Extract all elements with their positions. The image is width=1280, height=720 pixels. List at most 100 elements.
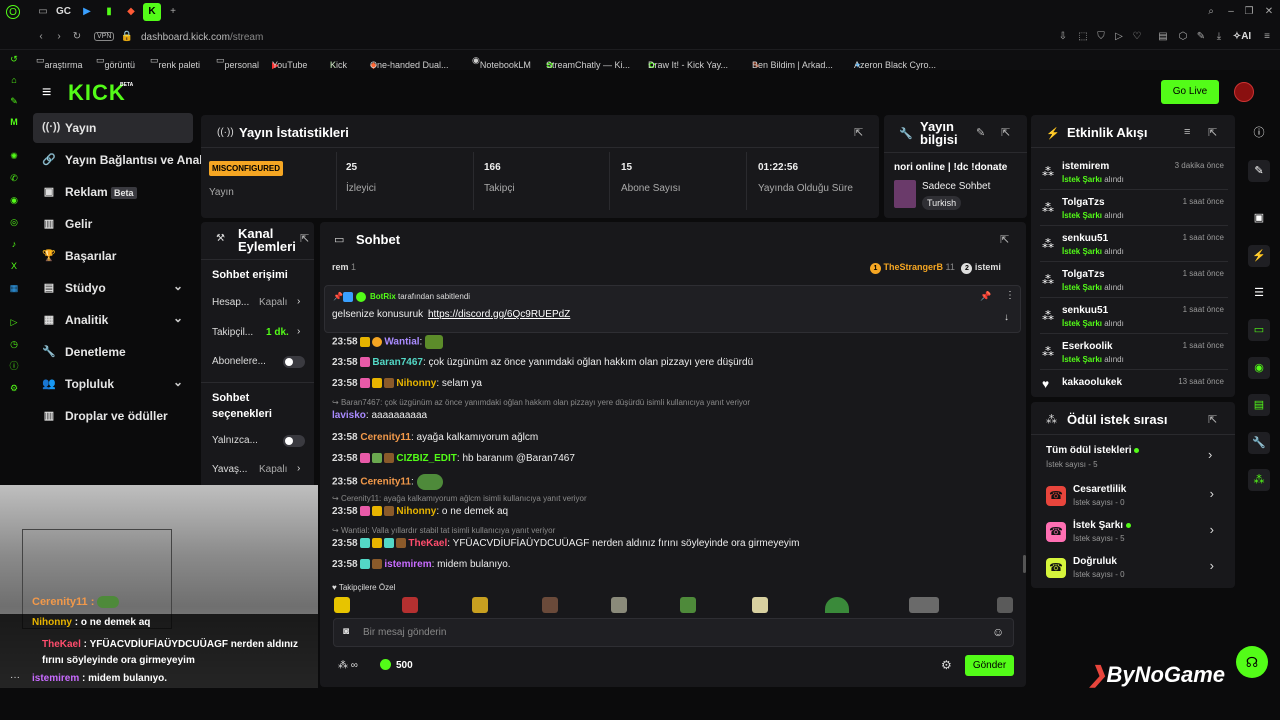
- activity-item[interactable]: ⁂ Eserkoolik 1 saat önce İstek Şarkı alındı: [1040, 337, 1228, 371]
- tab-diamond-icon[interactable]: ◆: [124, 5, 138, 19]
- edit-icon[interactable]: ✎: [1248, 160, 1270, 182]
- draw-icon[interactable]: ✎: [1194, 30, 1208, 44]
- nav-item-stream-key[interactable]: 🔗 Yayın Bağlantısı ve Anahtar: [33, 145, 203, 175]
- sidebar-player-icon[interactable]: ▷: [7, 315, 21, 329]
- broadcast-icon[interactable]: ◉: [1248, 357, 1270, 379]
- activity-item[interactable]: ⁂ TolgaTzs 1 saat önce İstek Şarkı alındı: [1040, 265, 1228, 299]
- reward-icon[interactable]: ⁂: [1248, 469, 1270, 491]
- sidebar-x-icon[interactable]: X: [7, 259, 21, 273]
- emote-only-toggle[interactable]: [283, 435, 305, 447]
- menu-icon[interactable]: ≡: [1260, 30, 1274, 44]
- download-icon[interactable]: ⤓: [1212, 30, 1226, 44]
- sidebar-clock-icon[interactable]: ◷: [7, 337, 21, 351]
- sidebar-pen-icon[interactable]: ✎: [7, 94, 21, 108]
- tab-gc[interactable]: GC: [56, 5, 71, 19]
- emote-icon[interactable]: [680, 597, 696, 613]
- minimize-icon[interactable]: –: [1224, 5, 1238, 19]
- activity-item[interactable]: ♥ kakaoolukek 13 saat önce: [1040, 373, 1228, 395]
- layers-icon[interactable]: ▤: [1248, 394, 1270, 416]
- activity-item[interactable]: ⁂ istemirem 3 dakika önce İstek Şarkı alınd…: [1040, 157, 1228, 191]
- snapshot-icon[interactable]: ⬚: [1076, 30, 1090, 44]
- nav-item-community[interactable]: 👥 Topluluk ⌄: [33, 369, 193, 399]
- emoji-icon[interactable]: ☺: [992, 625, 1004, 639]
- subscribers-only-toggle[interactable]: [283, 356, 305, 368]
- list-icon[interactable]: ☰: [1248, 282, 1270, 304]
- expand-down-icon[interactable]: ↓: [1004, 312, 1009, 323]
- infinity-icon[interactable]: ⁂ ∞: [338, 660, 358, 671]
- ai-button[interactable]: ✧AI: [1230, 30, 1254, 44]
- maximize-icon[interactable]: ❐: [1242, 5, 1256, 19]
- reward-item[interactable]: ☎ İstek Şarkı İstek sayısı - 5 ›: [1040, 517, 1228, 551]
- wrench-icon[interactable]: 🔧: [1248, 432, 1270, 454]
- sidebar-translate-icon[interactable]: ▦: [7, 281, 21, 295]
- msg-user[interactable]: Baran7467: [372, 357, 423, 368]
- filter-icon[interactable]: ≡: [1184, 126, 1190, 138]
- msg-user[interactable]: CIZBIZ_EDIT: [396, 453, 457, 464]
- sidebar-whatsapp-icon[interactable]: ✆: [7, 171, 21, 185]
- emote-icon[interactable]: [997, 597, 1013, 613]
- popout-icon[interactable]: ⇱: [300, 232, 309, 245]
- tab-bars-icon[interactable]: ▮: [102, 5, 116, 19]
- popout-icon[interactable]: ⇱: [1208, 126, 1217, 139]
- msg-user[interactable]: Cerenity11: [360, 477, 411, 488]
- msg-user[interactable]: Nihonny: [396, 378, 436, 389]
- nav-item-achievements[interactable]: 🏆 Başarılar: [33, 241, 193, 271]
- emote-icon[interactable]: [752, 597, 768, 613]
- msg-user[interactable]: Nihonny: [396, 506, 436, 517]
- go-live-button[interactable]: Go Live: [1161, 80, 1219, 104]
- unpin-icon[interactable]: 📌: [980, 291, 991, 302]
- sidebar-info-icon[interactable]: ⓘ: [7, 359, 21, 373]
- sidebar-settings-icon[interactable]: ⚙: [7, 381, 21, 395]
- chat-input[interactable]: ◙ Bir mesaj gönderin ☺: [333, 618, 1014, 647]
- account-age-row[interactable]: Hesap... Kapalı ›: [212, 296, 308, 311]
- activity-item[interactable]: ⁂ senkuu51 1 saat önce İstek Şarkı alındı: [1040, 229, 1228, 263]
- emote-icon[interactable]: [472, 597, 488, 613]
- reload-icon[interactable]: ↻: [70, 30, 84, 44]
- bookmark-item[interactable]: ▭ görüntü: [96, 55, 135, 70]
- emote-icon[interactable]: [542, 597, 558, 613]
- tab-kick-active[interactable]: K: [143, 3, 161, 21]
- activity-item[interactable]: ⁂ TolgaTzs 1 saat önce İstek Şarkı alındı: [1040, 193, 1228, 227]
- emote-icon[interactable]: [334, 597, 350, 613]
- url-field[interactable]: dashboard.kick.com/stream: [141, 32, 263, 43]
- popout-icon[interactable]: ⇱: [1001, 126, 1010, 139]
- sidebar-tiktok-icon[interactable]: ♪: [7, 237, 21, 251]
- popout-icon[interactable]: ⇱: [1208, 413, 1217, 426]
- activity-item[interactable]: ⁂ senkuu51 1 saat önce İstek Şarkı alındı: [1040, 301, 1228, 335]
- forward-icon[interactable]: ›: [52, 30, 66, 44]
- kick-logo[interactable]: KICK: [68, 80, 126, 106]
- msg-user[interactable]: Cerenity11: [360, 432, 411, 443]
- play-icon[interactable]: ▷: [1112, 30, 1126, 44]
- nav-item-stream[interactable]: ((·)) Yayın: [33, 113, 193, 143]
- info-icon[interactable]: ⓘ: [1248, 122, 1270, 144]
- sidebar-history-icon[interactable]: ↺: [7, 52, 21, 66]
- lightning-icon[interactable]: ⚡: [1248, 245, 1270, 267]
- bookmark-item[interactable]: ▭ renk paleti: [150, 55, 200, 70]
- reward-item[interactable]: ☎ Doğruluk İstek sayısı - 0 ›: [1040, 553, 1228, 587]
- sidebar-lock-icon[interactable]: ⌂: [7, 73, 21, 87]
- send-button[interactable]: Gönder: [965, 655, 1014, 676]
- stats-icon[interactable]: ▣: [1248, 207, 1270, 229]
- slow-mode-row[interactable]: Yavaş... Kapalı ›: [212, 463, 308, 478]
- popout-icon[interactable]: ⇱: [854, 126, 863, 139]
- sidebar-discord-icon[interactable]: ◉: [7, 193, 21, 207]
- msg-user[interactable]: Wantial: [384, 337, 419, 348]
- sidebar-m-icon[interactable]: M: [7, 115, 21, 129]
- help-button[interactable]: ☊: [1236, 646, 1268, 678]
- more-dots-icon[interactable]: ···: [10, 672, 20, 683]
- bookmark-item[interactable]: ▭ araştırma: [36, 55, 83, 70]
- emote-icon[interactable]: [402, 597, 418, 613]
- msg-user[interactable]: lavisko: [332, 410, 366, 421]
- vpn-badge[interactable]: VPN: [94, 32, 115, 41]
- sidebar-instagram-icon[interactable]: ◎: [7, 215, 21, 229]
- pin-icon[interactable]: ⇩: [1056, 30, 1070, 44]
- popout-icon[interactable]: ⇱: [1000, 233, 1009, 246]
- back-icon[interactable]: ‹: [34, 30, 48, 44]
- settings-gear-icon[interactable]: ⚙: [941, 658, 952, 672]
- nav-item-drops[interactable]: ▥ Droplar ve ödüller: [33, 401, 193, 431]
- search-icon[interactable]: ⌕: [1204, 5, 1218, 19]
- opera-logo-icon[interactable]: O: [6, 5, 20, 19]
- bookmark-item[interactable]: ◉ NotebookLM: [472, 55, 531, 70]
- nav-item-ads[interactable]: ▣ Reklam Beta: [33, 177, 193, 207]
- tab-icon[interactable]: ▭: [36, 5, 50, 19]
